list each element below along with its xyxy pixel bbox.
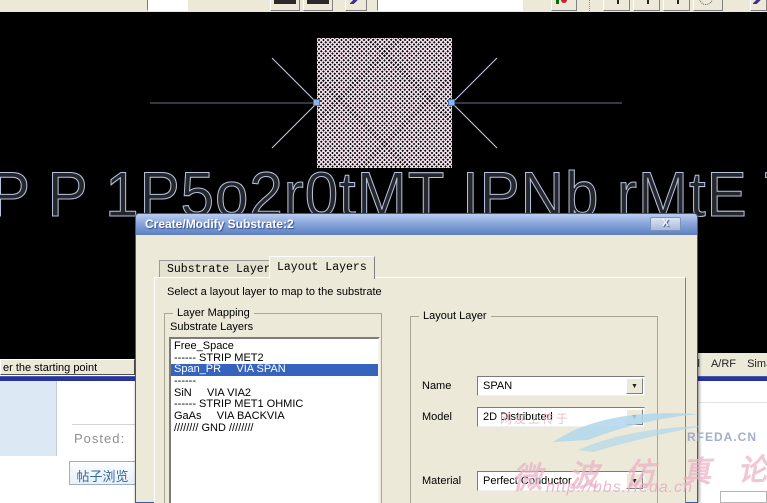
tab-substrate-layers[interactable]: Substrate Layers (159, 260, 286, 278)
status-bar: er the starting point (0, 359, 135, 375)
model-value: 2D Distributed (483, 411, 553, 423)
name-label: Name (422, 380, 452, 392)
insert-pin-icon[interactable] (603, 0, 630, 11)
name-combobox[interactable]: SPAN ▼ (477, 376, 645, 396)
top-toolbar (0, 0, 767, 12)
circle-icon[interactable] (693, 0, 723, 11)
insert-pin-icon[interactable] (663, 0, 690, 11)
model-combobox[interactable]: 2D Distributed ▼ (477, 407, 645, 427)
material-combobox[interactable]: Perfect Conductor ▼ (477, 471, 645, 491)
substrate-layers-list[interactable]: Free_Space ------ STRIP MET2 Span_PR VIA… (169, 337, 380, 503)
dialog-titlebar[interactable]: Create/Modify Substrate:2 X (136, 214, 697, 235)
toolbar-separator (589, 0, 591, 11)
divider (699, 402, 767, 403)
group-label: Layer Mapping (173, 307, 254, 319)
list-item[interactable]: //////// GND //////// (171, 422, 378, 435)
dialog-title: Create/Modify Substrate:2 (145, 217, 294, 231)
hatched-metal-polygon[interactable] (317, 38, 452, 168)
list-item[interactable]: Free_Space (171, 340, 378, 353)
chevron-down-icon[interactable]: ▼ (626, 473, 643, 489)
material-label: Material (422, 475, 462, 487)
menu-item[interactable]: SimS (747, 358, 767, 370)
tab-layout-layers[interactable]: Layout Layers (269, 256, 375, 279)
instruction-text: Select a layout layer to map to the subs… (167, 286, 382, 298)
layout-layer-group: Layout Layer Name SPAN ▼ Model 2D Distri… (410, 310, 659, 503)
list-item[interactable]: ------ (171, 375, 378, 388)
forum-input-stub[interactable] (720, 491, 767, 503)
close-icon[interactable]: X (650, 217, 681, 231)
pencil-icon[interactable] (345, 0, 367, 11)
model-label: Model (422, 411, 452, 423)
insert-pin-icon[interactable] (633, 0, 660, 11)
material-value: Perfect Conductor (483, 475, 572, 487)
toolbar-dropdown[interactable] (147, 0, 188, 11)
screen: P P 1P5o2r0tMT IPNb rMtE T 1 er the star… (0, 0, 767, 503)
material-field-row: Material Perfect Conductor ▼ (411, 471, 659, 491)
tab-page: Select a layout layer to map to the subs… (154, 277, 686, 503)
chevron-down-icon[interactable]: ▼ (626, 409, 643, 425)
substrate-dialog: Create/Modify Substrate:2 X Substrate La… (135, 213, 698, 503)
menu-item[interactable]: A/RF (711, 358, 736, 370)
model-field-row: Model 2D Distributed ▼ (411, 407, 659, 427)
substrate-layers-label: Substrate Layers (170, 321, 254, 333)
toolbar-input-field[interactable] (377, 0, 523, 11)
chevron-down-icon[interactable]: ▼ (626, 378, 643, 394)
name-value: SPAN (483, 380, 513, 392)
post-browse-button[interactable]: 帖子浏览 (69, 461, 136, 485)
port-1-node[interactable] (313, 99, 320, 106)
posted-label: Posted: (74, 431, 126, 446)
ruler-icon[interactable] (270, 0, 300, 11)
grid-icon[interactable] (303, 0, 333, 11)
name-field-row: Name SPAN ▼ (411, 376, 659, 396)
layer-mapping-group: Layer Mapping Substrate Layers Free_Spac… (164, 307, 382, 503)
list-item-selected[interactable]: Span_PR VIA SPAN (171, 364, 378, 377)
forum-user-cell (0, 381, 57, 456)
rotate-icon[interactable] (750, 0, 767, 11)
group-label: Layout Layer (419, 310, 491, 322)
port-2-node[interactable] (448, 99, 455, 106)
pin-red-icon[interactable] (551, 0, 577, 11)
